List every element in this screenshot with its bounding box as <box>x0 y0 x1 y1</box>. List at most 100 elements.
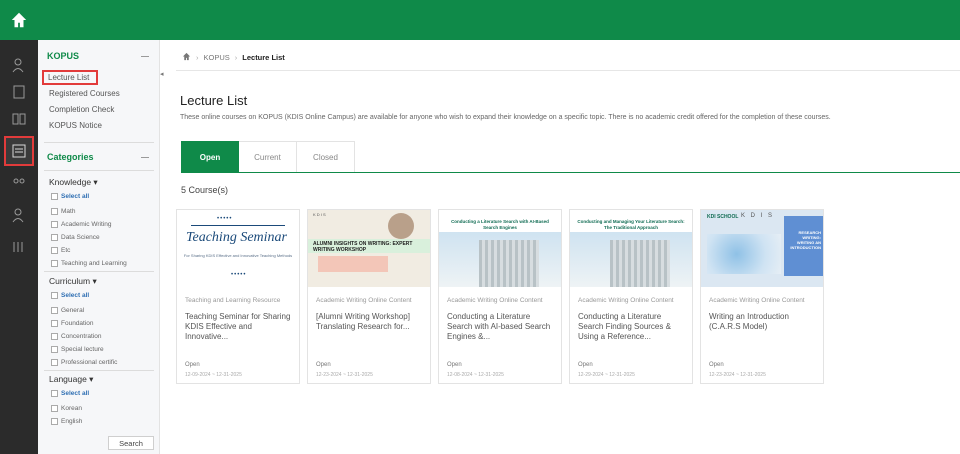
icon-rail <box>0 40 38 454</box>
checkbox-label: Concentration <box>61 333 102 340</box>
course-title[interactable]: Conducting a Literature Search with AI-b… <box>447 312 555 342</box>
thumbnail-title: Conducting a Literature Search with AI-B… <box>451 219 549 230</box>
decor-box <box>318 256 388 272</box>
checkbox-foundation[interactable]: Foundation <box>51 319 94 328</box>
checkbox[interactable] <box>51 193 58 200</box>
decor-image <box>707 234 781 274</box>
course-card[interactable]: ••••• Teaching Seminar For Sharing KDIS … <box>176 209 300 384</box>
top-bar <box>0 0 960 40</box>
course-date: 12-09-2024 ~ 12-31-2025 <box>185 372 242 378</box>
profile-icon[interactable] <box>6 202 32 228</box>
course-title[interactable]: Teaching Seminar for Sharing KDIS Effect… <box>185 312 293 342</box>
sidebar-link-kopus-notice[interactable]: KOPUS Notice <box>49 121 102 130</box>
course-count: 5 Course(s) <box>181 185 229 195</box>
group-icon[interactable] <box>6 170 32 196</box>
course-category: Teaching and Learning Resource <box>185 297 281 304</box>
course-card[interactable]: K D I S ALUMNI INSIGHTS ON WRITING: EXPE… <box>307 209 431 384</box>
checkbox[interactable] <box>51 390 58 397</box>
sidebar-link-completion-check[interactable]: Completion Check <box>49 105 114 114</box>
divider <box>44 271 154 272</box>
checkbox-professional-certific[interactable]: Professional certific <box>51 358 117 367</box>
checkbox-concentration[interactable]: Concentration <box>51 332 101 341</box>
select-all-language[interactable]: Select all <box>51 389 89 398</box>
categories-title: Categories <box>47 152 94 162</box>
course-thumbnail[interactable]: K D I S ALUMNI INSIGHTS ON WRITING: EXPE… <box>308 210 430 287</box>
checkbox-label: Data Science <box>61 234 100 241</box>
checkbox-teaching-and-learning[interactable]: Teaching and Learning <box>51 259 127 268</box>
checkbox[interactable] <box>51 208 58 215</box>
checkbox-korean[interactable]: Korean <box>51 404 82 413</box>
tab-open[interactable]: Open <box>181 141 239 173</box>
course-thumbnail[interactable]: KDI SCHOOL K D I S RESEARCH WRITING: WRI… <box>701 210 823 287</box>
checkbox[interactable] <box>51 418 58 425</box>
sidebar: KOPUS Lecture List Registered Courses Co… <box>38 40 160 454</box>
course-card[interactable]: Conducting a Literature Search with AI-B… <box>438 209 562 384</box>
divider <box>44 170 154 171</box>
checkbox[interactable] <box>51 333 58 340</box>
course-thumbnail[interactable]: Conducting a Literature Search with AI-B… <box>439 210 561 287</box>
group-title-curriculum[interactable]: Curriculum ▾ <box>49 276 97 287</box>
course-date: 12-23-2024 ~ 12-31-2025 <box>709 372 766 378</box>
collapse-icon[interactable] <box>141 56 149 57</box>
course-card[interactable]: KDI SCHOOL K D I S RESEARCH WRITING: WRI… <box>700 209 824 384</box>
checkbox-label: Special lecture <box>61 346 104 353</box>
checkbox-label: English <box>61 418 83 425</box>
search-button[interactable]: Search <box>108 436 154 450</box>
checkbox[interactable] <box>51 320 58 327</box>
checkbox-general[interactable]: General <box>51 306 84 315</box>
checkbox[interactable] <box>51 307 58 314</box>
checkbox-label: Teaching and Learning <box>61 260 127 267</box>
collapse-arrow-icon[interactable]: ◂ <box>160 70 164 78</box>
course-title[interactable]: Writing an Introduction (C.A.R.S Model) <box>709 312 817 332</box>
checkbox[interactable] <box>51 405 58 412</box>
course-title[interactable]: [Alumni Writing Workshop] Translating Re… <box>316 312 424 332</box>
decor-line <box>191 225 285 226</box>
checkbox-special-lecture[interactable]: Special lecture <box>51 345 104 354</box>
checkbox[interactable] <box>51 221 58 228</box>
checkbox-academic-writing[interactable]: Academic Writing <box>51 220 111 229</box>
divider <box>44 142 154 143</box>
course-card[interactable]: Conducting and Managing Your Literature … <box>569 209 693 384</box>
breadcrumb-section[interactable]: KOPUS <box>204 53 230 62</box>
checkbox[interactable] <box>51 260 58 267</box>
collapse-icon[interactable] <box>141 157 149 158</box>
checkbox[interactable] <box>51 346 58 353</box>
sidebar-link-registered-courses[interactable]: Registered Courses <box>49 89 120 98</box>
course-thumbnail[interactable]: ••••• Teaching Seminar For Sharing KDIS … <box>177 210 299 287</box>
course-status: Open <box>709 362 724 368</box>
course-thumbnail[interactable]: Conducting and Managing Your Literature … <box>570 210 692 287</box>
tab-underline <box>181 172 960 173</box>
checkbox[interactable] <box>51 292 58 299</box>
checkbox[interactable] <box>51 359 58 366</box>
divider <box>176 70 960 71</box>
checkbox[interactable] <box>51 247 58 254</box>
checkbox-math[interactable]: Math <box>51 207 75 216</box>
course-status: Open <box>185 362 200 368</box>
thumbnail-title: ALUMNI INSIGHTS ON WRITING: EXPERT WRITI… <box>313 241 413 253</box>
select-all-curriculum[interactable]: Select all <box>51 291 89 300</box>
group-title-language[interactable]: Language ▾ <box>49 374 93 385</box>
checkbox-label: Select all <box>61 390 90 397</box>
checkbox-etc[interactable]: Etc <box>51 246 70 255</box>
book-icon[interactable] <box>6 106 32 132</box>
checkbox-data-science[interactable]: Data Science <box>51 233 100 242</box>
home-icon[interactable] <box>10 11 28 29</box>
course-title[interactable]: Conducting a Literature Search Finding S… <box>578 312 686 342</box>
checkbox-label: Academic Writing <box>61 221 112 228</box>
clipboard-icon[interactable] <box>6 79 32 105</box>
checkbox[interactable] <box>51 234 58 241</box>
tab-current[interactable]: Current <box>239 141 297 173</box>
home-icon[interactable] <box>182 52 191 63</box>
lecture-icon[interactable] <box>4 136 34 166</box>
tab-closed[interactable]: Closed <box>297 141 355 173</box>
library-icon[interactable] <box>6 234 32 260</box>
breadcrumb-separator: › <box>234 52 238 62</box>
select-all-knowledge[interactable]: Select all <box>51 192 89 201</box>
group-title-knowledge[interactable]: Knowledge ▾ <box>49 177 98 188</box>
breadcrumb: › KOPUS › Lecture List <box>182 52 285 62</box>
user-icon[interactable] <box>6 52 32 78</box>
checkbox-english[interactable]: English <box>51 417 82 426</box>
sidebar-link-lecture-list[interactable]: Lecture List <box>41 70 99 85</box>
breadcrumb-separator: › <box>196 52 199 62</box>
course-category: Academic Writing Online Content <box>316 297 412 304</box>
